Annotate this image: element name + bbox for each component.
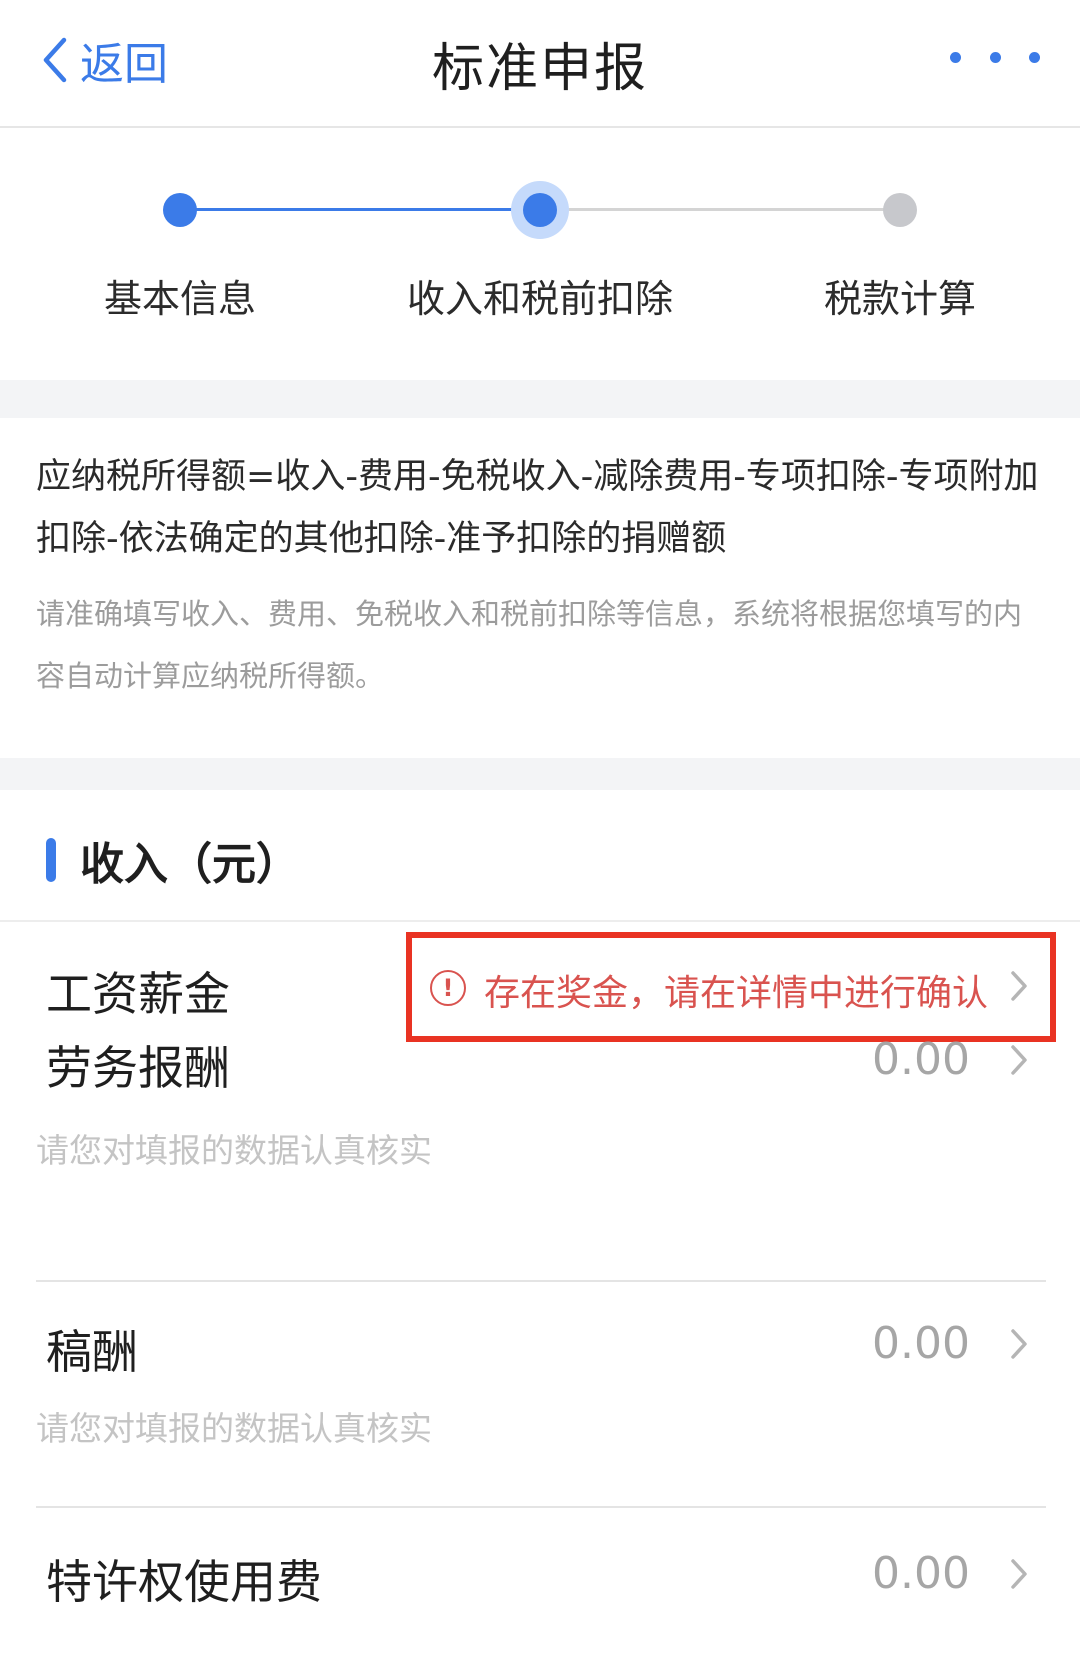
step-label-tax-calculation: 税款计算: [823, 277, 976, 321]
row-label: 稿酬: [46, 1325, 138, 1379]
more-dot: [1029, 51, 1040, 63]
income-section: 收入（元） 工资薪金 ! 存在奖金，请在详情中进行确认 劳务报酬 0.00 请您…: [0, 790, 1080, 1663]
row-hint: 请您对填报的数据认真核实: [36, 1131, 432, 1170]
section-gap: [0, 380, 1080, 418]
chevron-right-icon: [1011, 1045, 1027, 1075]
nav-bar: 返回 标准申报: [0, 0, 1080, 128]
step-dot-current: [523, 193, 557, 227]
income-row-labor-remuneration[interactable]: 劳务报酬 0.00 请您对填报的数据认真核实: [0, 1020, 1080, 1210]
page-title: 标准申报: [431, 39, 648, 99]
section-gap: [0, 758, 1080, 790]
chevron-right-icon: [1011, 1559, 1027, 1589]
formula-text: 应纳税所得额=收入-费用-免税收入-减除费用-专项扣除-专项附加扣除-依法确定的…: [36, 457, 1039, 559]
section-marker: [46, 838, 56, 882]
row-value: 0.00: [872, 1318, 970, 1369]
step-dot-pending: [883, 193, 917, 227]
step-label-basic-info: 基本信息: [103, 277, 256, 321]
row-label: 工资薪金: [46, 967, 230, 1021]
more-dot: [950, 51, 961, 63]
formula-hint: 请准确填写收入、费用、免税收入和税前扣除等信息，系统将根据您填写的内容自动计算应…: [36, 597, 1023, 693]
step-connector-done: [180, 208, 540, 211]
row-label: 特许权使用费: [46, 1555, 322, 1609]
row-label: 劳务报酬: [46, 1041, 230, 1095]
formula-card: 应纳税所得额=收入-费用-免税收入-减除费用-专项扣除-专项附加扣除-依法确定的…: [0, 418, 1080, 758]
income-row-author-remuneration[interactable]: 稿酬 0.00 请您对填报的数据认真核实: [0, 1282, 1080, 1472]
more-dots-icon[interactable]: [950, 42, 1040, 72]
step-dot-done: [163, 193, 197, 227]
income-section-title: 收入（元）: [80, 839, 300, 890]
progress-stepper: 基本信息 收入和税前扣除 税款计算: [0, 128, 1080, 378]
step-connector-pending: [540, 208, 900, 211]
warning-circle-icon: !: [430, 970, 466, 1006]
chevron-right-icon: [1011, 1329, 1027, 1359]
more-dot: [989, 51, 1001, 63]
row-hint: 请您对填报的数据认真核实: [36, 1409, 432, 1448]
row-value: 0.00: [872, 1034, 970, 1085]
income-section-header: 收入（元）: [0, 790, 1080, 922]
step-label-income-deduction: 收入和税前扣除: [406, 277, 673, 321]
row-value: 0.00: [872, 1548, 970, 1599]
income-row-royalties[interactable]: 特许权使用费 0.00: [0, 1508, 1080, 1648]
salary-alert-text[interactable]: 存在奖金，请在详情中进行确认: [484, 964, 988, 1016]
